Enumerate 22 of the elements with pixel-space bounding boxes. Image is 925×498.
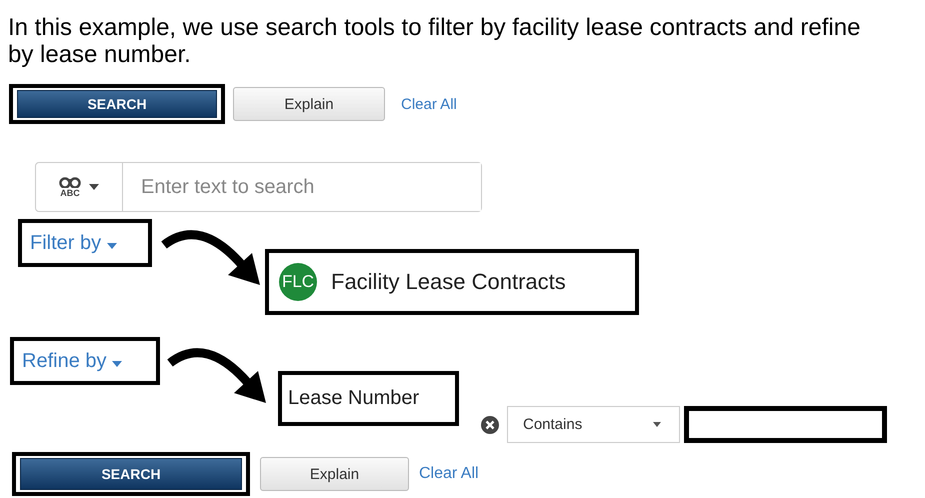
remove-icon[interactable] [481,416,499,434]
lease-number-label: Lease Number [288,387,420,410]
abc-label: ABC [60,188,80,198]
caret-icon [112,360,122,366]
search-button[interactable]: SEARCH [20,458,242,490]
value-field[interactable] [684,406,887,443]
filter-by-dropdown[interactable]: Filter by [30,232,117,254]
operator-dropdown[interactable]: Contains [507,406,680,443]
binoculars-icon [59,176,81,188]
caret-icon [653,422,661,427]
caret-icon [89,184,99,190]
flc-badge: FLC [279,263,317,301]
explain-button[interactable]: Explain [260,457,409,491]
filter-result-label: Facility Lease Contracts [331,269,566,295]
caret-icon [106,242,117,248]
explain-button[interactable]: Explain [233,87,385,121]
instruction-text: In this example, we use search tools to filter by facility lease contracts and refine by lease number. [7,13,862,68]
search-button[interactable]: SEARCH [17,90,217,118]
search-field[interactable]: ABC Enter text to search [35,162,482,212]
clear-all-link[interactable]: Clear All [419,465,479,483]
clear-all-link[interactable]: Clear All [401,96,457,112]
refine-by-dropdown[interactable]: Refine by [22,350,122,372]
